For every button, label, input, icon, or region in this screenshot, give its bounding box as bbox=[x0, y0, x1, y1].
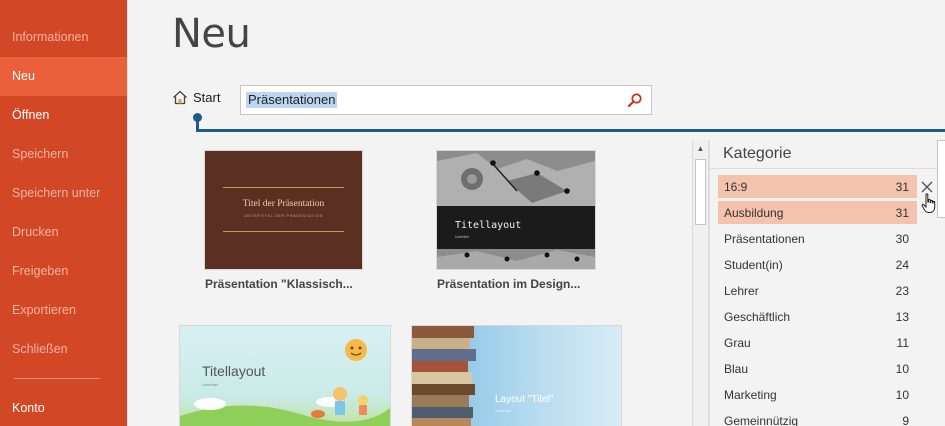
sidebar-item-informationen[interactable]: Informationen bbox=[0, 18, 127, 57]
category-item-16-9[interactable]: 16:9 31 bbox=[718, 175, 917, 198]
callout-line-horizontal bbox=[196, 129, 945, 132]
scroll-up-icon[interactable]: ▲ bbox=[693, 140, 708, 157]
sidebar-item-neu[interactable]: Neu bbox=[0, 57, 127, 96]
category-count: 10 bbox=[895, 387, 909, 402]
sidebar-divider bbox=[14, 378, 100, 379]
backstage-sidebar: Informationen Neu Öffnen Speichern Speic… bbox=[0, 0, 127, 426]
thumb-title: Titellayout bbox=[202, 363, 266, 379]
category-count: 10 bbox=[895, 361, 909, 376]
category-label: Präsentationen bbox=[724, 231, 805, 246]
circuit-pattern bbox=[437, 151, 595, 269]
sidebar-item-speichern-unter[interactable]: Speichern unter bbox=[0, 174, 127, 213]
category-item-student[interactable]: Student(in) 24 bbox=[718, 253, 917, 276]
sidebar-item-konto[interactable]: Konto bbox=[12, 401, 45, 415]
search-icon[interactable] bbox=[627, 92, 643, 113]
category-label: Student(in) bbox=[724, 257, 783, 272]
sidebar-item-speichern[interactable]: Speichern bbox=[0, 135, 127, 174]
details-pane-edge bbox=[937, 140, 945, 218]
category-item-lehrer[interactable]: Lehrer 23 bbox=[718, 279, 917, 302]
category-panel: Kategorie 16:9 31 Ausbildung 31 Präsenta… bbox=[709, 140, 945, 426]
thumb-subtitle: Untertitel bbox=[455, 235, 470, 239]
scrollbar-thumb[interactable] bbox=[695, 159, 706, 225]
category-item-ausbildung[interactable]: Ausbildung 31 bbox=[718, 201, 917, 224]
home-start-label: Start bbox=[193, 90, 221, 105]
thumb-title: Layout "Titel" bbox=[495, 394, 554, 405]
home-start-link[interactable]: Start bbox=[172, 90, 220, 105]
category-item-blau[interactable]: Blau 10 bbox=[718, 357, 917, 380]
thumb-subtitle: Untertitel bbox=[202, 382, 219, 387]
category-label: Blau bbox=[724, 361, 749, 376]
category-count: 11 bbox=[896, 335, 909, 350]
category-label: Grau bbox=[724, 335, 751, 350]
category-title-divider bbox=[710, 168, 945, 169]
page-title: Neu bbox=[172, 11, 251, 57]
template-thumbnail-education[interactable]: Titellayout Untertitel bbox=[180, 326, 390, 426]
category-label: 16:9 bbox=[724, 179, 748, 194]
sidebar-item-exportieren[interactable]: Exportieren bbox=[0, 291, 127, 330]
remove-filter-close-icon[interactable] bbox=[920, 180, 934, 194]
category-item-marketing[interactable]: Marketing 10 bbox=[718, 383, 917, 406]
templates-scrollbar[interactable]: ▲ bbox=[692, 140, 709, 426]
category-count: 13 bbox=[895, 309, 909, 324]
category-label: Lehrer bbox=[724, 283, 759, 298]
search-input-value: Präsentationen bbox=[246, 92, 338, 108]
hand-cursor-icon bbox=[921, 193, 937, 219]
category-item-geschaeftlich[interactable]: Geschäftlich 13 bbox=[718, 305, 917, 328]
category-count: 31 bbox=[895, 205, 909, 220]
books-illustration bbox=[412, 326, 476, 426]
thumb-subtitle: Untertitel bbox=[495, 408, 512, 413]
category-label: Geschäftlich bbox=[724, 309, 791, 324]
thumb-title: Titellayout bbox=[455, 220, 522, 231]
category-count: 24 bbox=[895, 257, 909, 272]
sidebar-item-drucken[interactable]: Drucken bbox=[0, 213, 127, 252]
category-count: 30 bbox=[895, 231, 909, 246]
template-caption[interactable]: Präsentation "Klassisch... bbox=[205, 277, 353, 291]
category-count: 23 bbox=[895, 283, 909, 298]
category-count: 31 bbox=[895, 179, 909, 194]
thumb-title: Titel der Präsentation bbox=[242, 199, 325, 209]
category-panel-title: Kategorie bbox=[723, 145, 792, 162]
category-item-gemeinnuetzig[interactable]: Gemeinnützig 9 bbox=[718, 409, 917, 426]
category-item-grau[interactable]: Grau 11 bbox=[718, 331, 917, 354]
category-item-praesentationen[interactable]: Präsentationen 30 bbox=[718, 227, 917, 250]
template-thumbnail-classic[interactable]: Titel der Präsentation UNTERTITEL DER PR… bbox=[205, 151, 362, 269]
sidebar-border bbox=[127, 0, 128, 426]
category-label: Ausbildung bbox=[724, 205, 784, 220]
sidebar-item-schliessen[interactable]: Schließen bbox=[0, 330, 127, 369]
thumb-rule-bottom bbox=[223, 231, 344, 232]
template-caption[interactable]: Präsentation im Design... bbox=[437, 277, 580, 291]
sidebar-item-freigeben[interactable]: Freigeben bbox=[0, 252, 127, 291]
category-label: Marketing bbox=[724, 387, 777, 402]
category-label: Gemeinnützig bbox=[724, 413, 799, 426]
template-thumbnail-books[interactable]: Layout "Titel" Untertitel bbox=[412, 326, 621, 426]
category-count: 9 bbox=[902, 413, 909, 426]
home-icon bbox=[172, 90, 188, 105]
sidebar-item-oeffnen[interactable]: Öffnen bbox=[0, 96, 127, 135]
thumb-rule-top bbox=[223, 187, 344, 188]
template-search-input[interactable]: Präsentationen bbox=[240, 85, 652, 115]
template-thumbnail-design[interactable]: Titellayout Untertitel bbox=[437, 151, 595, 269]
thumb-subtitle: UNTERTITEL DER PRÄSENTATION bbox=[243, 213, 324, 218]
